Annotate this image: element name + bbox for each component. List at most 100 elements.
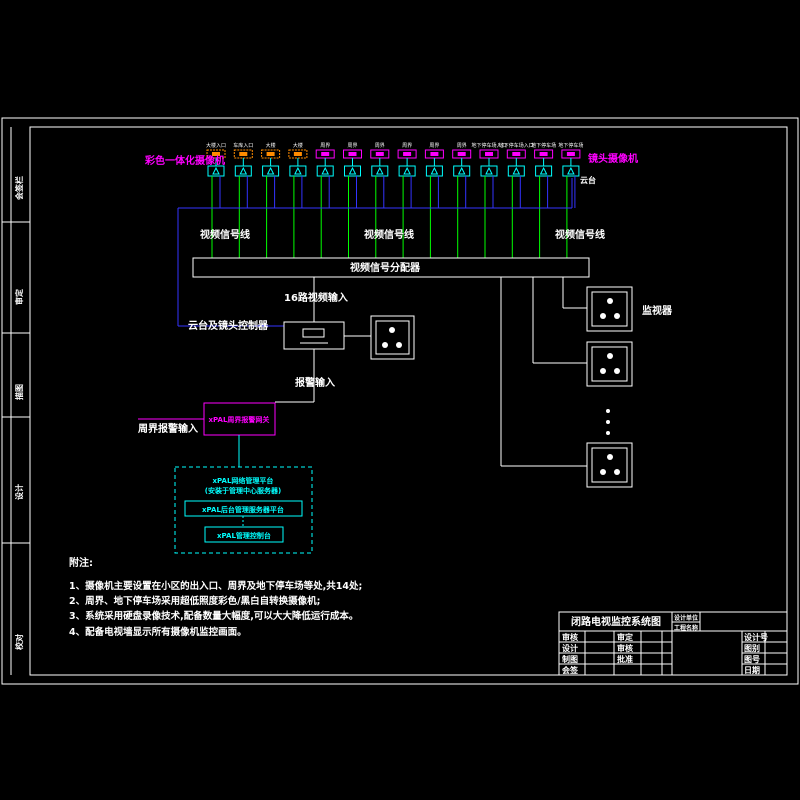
ptz-label: 云台 xyxy=(580,175,596,185)
side-strip-label: 校对 xyxy=(14,634,24,650)
decoder-symbol-icon xyxy=(485,166,493,175)
camera: 地下停车场入口 xyxy=(471,142,507,258)
drawing-title: 闭路电视监控系统图 xyxy=(571,615,661,628)
alarm-gateway-label: xPAL周界报警网关 xyxy=(209,415,270,424)
side-strip-label: 会签栏 xyxy=(14,176,24,200)
camera-location-label: 大楼 xyxy=(293,142,303,149)
side-strip: 会签栏 审定 描图 设计 校对 xyxy=(2,127,30,675)
camera-lens-icon xyxy=(539,152,548,156)
camera-location-label: 周界 xyxy=(347,143,357,149)
platform-client-label: xPAL管理控制台 xyxy=(217,531,271,540)
ptz-controller xyxy=(283,321,345,350)
platform-server-label: xPAL后台管理服务器平台 xyxy=(202,505,284,514)
camera-location-label: 大楼 xyxy=(266,142,276,149)
camera-location-label: 地下停车场 xyxy=(531,142,556,149)
note-line: 1、摄像机主要设置在小区的出入口、周界及地下停车场等处,共14处; xyxy=(69,580,362,592)
camera: 周界 xyxy=(343,143,362,258)
tb-cell: 图号 xyxy=(744,655,760,664)
camera-lens-icon xyxy=(348,152,357,156)
ellipsis-dots xyxy=(606,409,610,435)
note-line: 3、系统采用硬盘录像技术,配备数量大幅度,可以大大降低运行成本。 xyxy=(69,610,358,622)
cctv-system-drawing: 会签栏 审定 描图 设计 校对 大楼入口 车库入口 大楼 大楼 周界 周界 周界 周界 周界 周界… xyxy=(1,117,799,685)
camera-location-label: 地下停车场入口 xyxy=(499,142,534,149)
camera: 周界 xyxy=(452,143,472,258)
decoder-symbol-icon xyxy=(403,166,411,175)
camera-location-label: 地下停车场 xyxy=(558,142,583,149)
side-strip-label: 描图 xyxy=(14,384,24,400)
camera-location-label: 大楼入口 xyxy=(206,142,226,149)
camera-lens-icon xyxy=(457,152,466,156)
tb-cell: 批准 xyxy=(617,654,633,664)
tb-cell: 日期 xyxy=(744,665,760,675)
ptz-camera-label: 镜头摄像机 xyxy=(588,152,638,165)
stamp-text: 设计单位 xyxy=(674,614,698,622)
camera-location-label: 周界 xyxy=(402,143,412,149)
side-strip-label: 设计 xyxy=(14,484,24,500)
tb-cell: 设计 xyxy=(562,643,578,653)
camera: 周界 xyxy=(315,143,335,258)
camera-location-label: 周界 xyxy=(375,143,385,149)
camera-lens-icon xyxy=(239,152,248,156)
decoder-symbol-icon xyxy=(294,166,302,175)
ptz-control-label: 云台及镜头控制器 xyxy=(188,319,269,332)
control-bus xyxy=(177,178,573,327)
tb-cell: 图别 xyxy=(744,644,760,653)
camera-lens-icon xyxy=(293,152,302,156)
platform-subtitle: (安装于管理中心服务器) xyxy=(205,486,281,495)
tb-cell: 审定 xyxy=(617,632,633,642)
alarm-input-label: 报警输入 xyxy=(295,376,335,389)
tb-cell: 设计号 xyxy=(744,632,768,642)
monitor xyxy=(586,442,633,488)
tb-cell: 审核 xyxy=(617,643,633,653)
camera-lens-icon xyxy=(375,152,384,156)
tb-cell: 会签 xyxy=(562,665,579,675)
camera: 地下停车场入口 xyxy=(499,142,534,258)
video-line-label: 视频信号线 xyxy=(200,228,250,241)
stamp-text: 工程名称 xyxy=(674,624,698,632)
decoder-symbol-icon xyxy=(348,166,357,175)
video-line-label: 视频信号线 xyxy=(555,228,605,241)
camera-location-label: 周界 xyxy=(457,143,467,149)
distributor-label: 视频信号分配器 xyxy=(350,261,421,274)
decoder-symbol-icon xyxy=(321,166,330,175)
monitor-feed-lines xyxy=(313,277,587,467)
side-strip-label: 审定 xyxy=(14,289,24,305)
video-line-label: 视频信号线 xyxy=(364,228,414,241)
notes-title: 附注: xyxy=(69,556,93,569)
decoder-symbol-icon xyxy=(567,166,575,175)
monitor xyxy=(586,286,633,332)
camera-location-label: 周界 xyxy=(320,143,330,149)
tb-cell: 审核 xyxy=(562,632,578,642)
camera-location-label: 车库入口 xyxy=(233,142,253,149)
camera-lens-icon xyxy=(266,152,275,156)
decoder-symbol-icon xyxy=(212,166,220,175)
monitor-label: 监视器 xyxy=(642,304,673,317)
decoder-symbol-icon xyxy=(430,166,439,175)
camera-lens-icon xyxy=(485,152,493,156)
perimeter-alarm-label: 周界报警输入 xyxy=(138,422,198,435)
note-line: 4、配备电视墙显示所有摄像机监控画面。 xyxy=(69,626,247,638)
camera-lens-icon xyxy=(430,152,439,156)
camera-lens-icon xyxy=(566,152,575,156)
camera-lens-icon xyxy=(321,152,330,156)
monitor xyxy=(586,341,633,387)
platform-title: xPAL网络管理平台 xyxy=(213,476,274,485)
camera: 大楼 xyxy=(261,142,281,258)
decoder-symbol-icon xyxy=(512,166,521,175)
camera: 地下停车场 xyxy=(531,142,556,258)
tb-cell: 制图 xyxy=(562,654,578,664)
decoder-symbol-icon xyxy=(457,166,466,175)
decoder-symbol-icon xyxy=(266,166,275,175)
camera-lens-icon xyxy=(403,152,412,156)
decoder-symbol-icon xyxy=(375,166,384,175)
camera: 大楼 xyxy=(288,142,308,258)
note-line: 2、周界、地下停车场采用超低照度彩色/黑白自转换摄像机; xyxy=(69,595,320,607)
camera-lens-icon xyxy=(512,152,521,156)
decoder-symbol-icon xyxy=(539,166,548,175)
color-camera-label: 彩色一体化摄像机 xyxy=(144,154,225,167)
inner-frame xyxy=(29,126,788,676)
local-monitor xyxy=(370,315,415,360)
input16-label: 16路视频输入 xyxy=(284,291,348,304)
decoder-symbol-icon xyxy=(239,166,248,175)
camera: 周界 xyxy=(424,143,444,258)
